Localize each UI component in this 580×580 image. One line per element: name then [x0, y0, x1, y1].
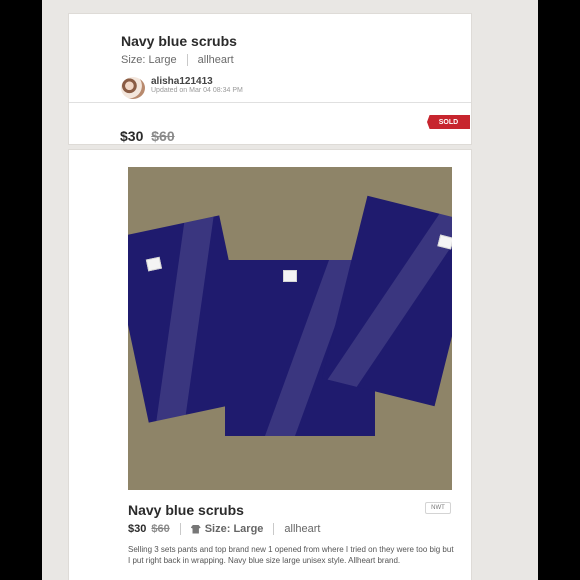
condition-badge: NWT — [425, 502, 451, 514]
detail-price: $30 — [128, 523, 147, 535]
detail-title: Navy blue scrubs — [128, 502, 244, 518]
info-divider — [179, 523, 181, 535]
listing-title: Navy blue scrubs — [121, 33, 237, 49]
tag-icon — [283, 270, 297, 282]
listing-brand[interactable]: allheart — [198, 54, 234, 66]
listing-size: Size: Large — [121, 54, 177, 66]
listing-summary-card: Navy blue scrubs Size: Large allheart al… — [68, 13, 472, 145]
listing-price-row: $30 $60 — [120, 128, 175, 144]
detail-info-row: $30 $60 Size: Large allheart — [128, 520, 320, 538]
detail-original-price: $60 — [151, 523, 170, 535]
listing-meta: Size: Large allheart — [121, 54, 234, 66]
detail-brand[interactable]: allheart — [284, 523, 320, 535]
tag-icon — [145, 256, 163, 272]
detail-size: Size: Large — [204, 523, 264, 535]
seller-username[interactable]: alisha121413 — [151, 76, 213, 87]
listing-updated-time: Updated on Mar 04 08:34 PM — [151, 87, 243, 94]
product-photo[interactable] — [128, 167, 452, 490]
plastic-shine — [327, 213, 452, 387]
meta-divider — [186, 54, 188, 66]
seller-avatar[interactable] — [121, 77, 145, 99]
plastic-shine — [156, 216, 214, 421]
info-divider — [273, 523, 275, 535]
listing-description: Selling 3 sets pants and top brand new 1… — [128, 545, 454, 565]
sold-badge: SOLD — [427, 115, 470, 129]
shirt-icon — [190, 524, 201, 534]
listing-price: $30 — [120, 128, 144, 144]
scrub-package-right — [321, 195, 452, 407]
listing-original-price: $60 — [151, 128, 175, 144]
card-divider — [69, 102, 471, 103]
